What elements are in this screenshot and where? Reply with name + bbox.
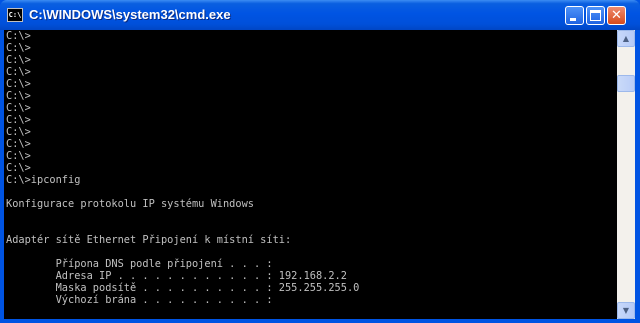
close-icon: ✕ [611,8,622,23]
console-output: C:\> C:\> C:\> C:\> C:\> C:\> C:\> C:\> C:\> C:\>… [4,30,617,319]
arrow-up-icon: ▲ [622,34,630,43]
console-line: Adresa IP . . . . . . . . . . . . : 192.… [6,270,347,282]
console-line: C:\> [6,90,31,102]
console-line: C:\> [6,42,31,54]
window-frame-right [635,30,640,323]
arrow-down-icon: ▼ [622,306,630,315]
scroll-up-button[interactable]: ▲ [617,30,635,47]
window-title: C:\WINDOWS\system32\cmd.exe [29,7,231,22]
console-line: C:\> [6,150,31,162]
close-button[interactable]: ✕ [607,6,626,25]
console-area[interactable]: C:\> C:\> C:\> C:\> C:\> C:\> C:\> C:\> C:\> C:\>… [4,30,617,319]
console-line: C:\> [6,114,31,126]
console-line: C:\> [6,138,31,150]
console-line: C:\> [6,30,31,42]
console-line: Přípona DNS podle připojení . . . : [6,258,273,270]
console-line: Výchozí brána . . . . . . . . . . : [6,294,273,306]
console-line: C:\> [6,66,31,78]
window-frame-bottom [0,319,640,323]
maximize-icon [590,10,601,21]
console-line: C:\> [6,162,31,174]
scroll-down-button[interactable]: ▼ [617,302,635,319]
console-line: Adaptér sítě Ethernet Připojení k místní… [6,234,292,246]
console-line: Konfigurace protokolu IP systému Windows [6,198,254,210]
minimize-icon [570,18,576,21]
title-bar[interactable]: C:\ C:\WINDOWS\system32\cmd.exe ✕ [0,0,640,30]
cmd-icon[interactable]: C:\ [7,8,23,22]
minimize-button[interactable] [565,6,584,25]
console-line: C:\>ipconfig [6,174,81,186]
cmd-window: C:\ C:\WINDOWS\system32\cmd.exe ✕ C:\> C:… [0,0,640,323]
console-line: C:\> [6,78,31,90]
console-line: Maska podsítě . . . . . . . . . . : 255.… [6,282,360,294]
console-line: C:\> [6,126,31,138]
console-line: C:\> [6,102,31,114]
vertical-scrollbar[interactable]: ▲ ▼ [617,30,635,319]
console-line: C:\> [6,54,31,66]
maximize-button[interactable] [586,6,605,25]
scroll-thumb[interactable] [617,75,635,92]
